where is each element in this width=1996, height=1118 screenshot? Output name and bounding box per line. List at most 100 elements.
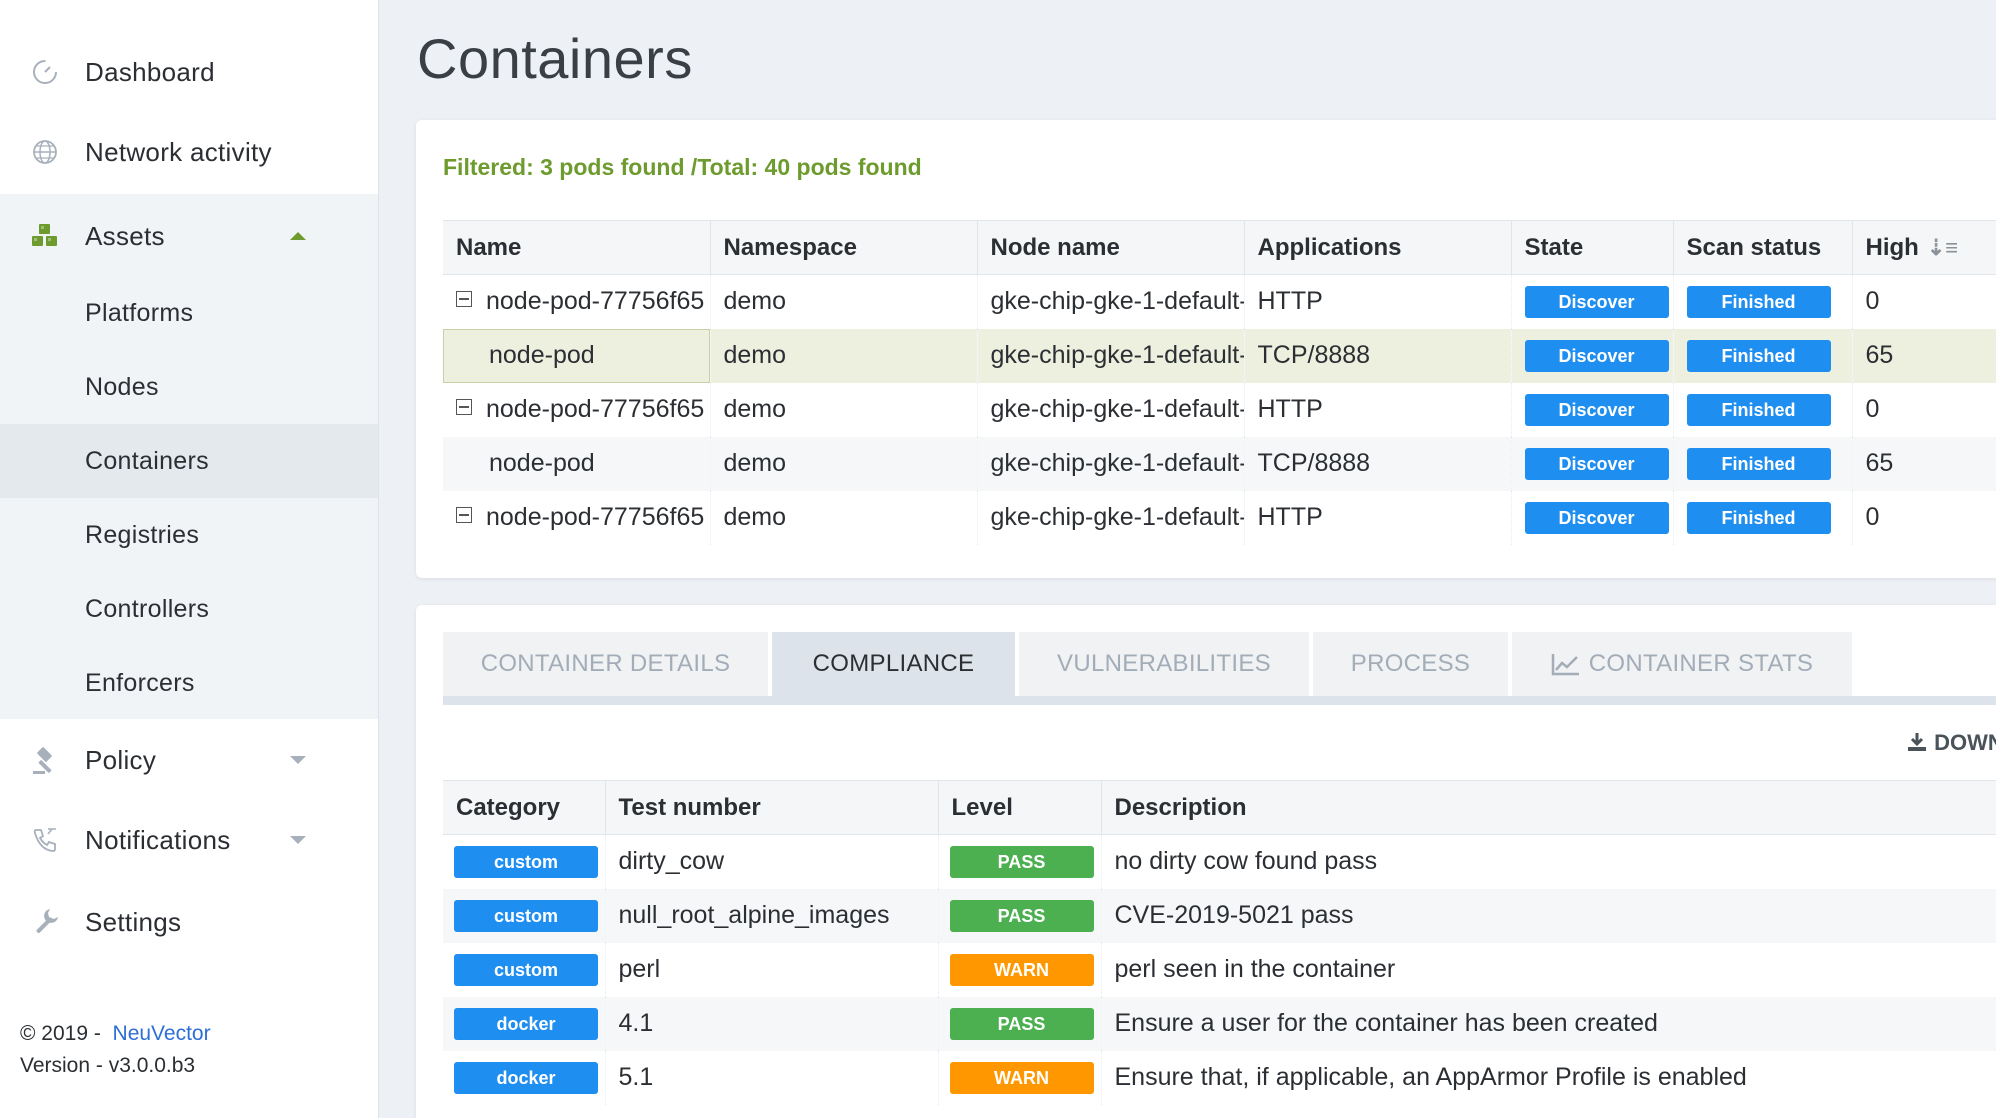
test-number-cell: null_root_alpine_images [605,888,939,943]
column-header-name[interactable]: Name [443,220,711,275]
category-badge: docker [454,1007,598,1040]
chevron-down-icon [290,836,306,844]
scan-status-badge: Finished [1686,285,1831,318]
column-header-node-name[interactable]: Node name [977,220,1245,275]
collapse-icon[interactable] [456,507,472,523]
sidebar-item-notifications[interactable]: Notifications [0,808,378,872]
category-badge: docker [454,1061,598,1094]
category-cell: custom [443,942,606,997]
download-icon [1908,733,1926,751]
scan-status-badge: Finished [1686,339,1831,372]
column-header-state[interactable]: State [1511,220,1674,275]
app-cell: HTTP [1244,490,1512,545]
app-cell: TCP/8888 [1244,436,1512,491]
dashboard-icon [33,60,57,84]
pods-table: Name Namespace Node name Applications St… [443,220,1996,545]
compliance-table-header: Category Test number Level Description [443,780,1996,835]
tabs-divider [443,696,1996,705]
pods-card: Filtered: 3 pods found /Total: 40 pods f… [416,120,1996,578]
category-cell: docker [443,1050,606,1105]
table-row[interactable]: node-pod-77756f65 demo gke-chip-gke-1-de… [443,490,1996,545]
pod-name: node-pod [489,449,595,477]
sort-desc-icon[interactable]: ⇣≡ [1927,235,1958,261]
column-header-applications[interactable]: Applications [1244,220,1512,275]
download-label: DOWN [1934,730,1996,755]
sidebar-subitem-label: Platforms [85,298,194,327]
level-cell: PASS [938,996,1102,1051]
description-cell: no dirty cow found pass [1101,834,1996,889]
level-badge: WARN [949,1061,1094,1094]
sidebar-subitem-platforms[interactable]: Platforms [0,276,378,350]
sidebar-subitem-enforcers[interactable]: Enforcers [0,646,378,720]
table-row[interactable]: node-pod-77756f65 demo gke-chip-gke-1-de… [443,382,1996,437]
table-row[interactable]: custom perl WARN perl seen in the contai… [443,942,1996,997]
sidebar-item-label: Notifications [85,824,231,855]
pod-name: node-pod-77756f65 [486,287,705,316]
column-header-description[interactable]: Description [1101,780,1996,835]
cubes-icon [32,224,57,246]
download-button[interactable]: DOWN [1906,730,1996,756]
column-header-high-label: High [1865,233,1919,261]
neuvector-link[interactable]: NeuVector [113,1022,211,1045]
sidebar-item-label: Dashboard [85,56,215,87]
column-header-category[interactable]: Category [443,780,606,835]
sidebar-subitem-nodes[interactable]: Nodes [0,350,378,424]
sidebar-item-dashboard[interactable]: Dashboard [0,40,378,104]
sidebar-item-policy[interactable]: Policy [0,728,378,792]
tab-label: CONTAINER STATS [1588,650,1814,677]
node-cell: gke-chip-gke-1-default- [977,490,1245,545]
namespace-cell: demo [710,490,978,545]
level-badge: PASS [949,845,1094,878]
level-cell: PASS [938,888,1102,943]
table-row[interactable]: node-pod demo gke-chip-gke-1-default- TC… [443,436,1996,491]
table-row[interactable]: docker 5.1 WARN Ensure that, if applicab… [443,1050,1996,1105]
test-number-cell: 4.1 [605,996,939,1051]
sidebar-footer: © 2019 - NeuVector Version - v3.0.0.b3 [20,1018,211,1082]
collapse-icon[interactable] [456,399,472,415]
sidebar-item-settings[interactable]: Settings [0,890,378,954]
tab-process[interactable]: PROCESS [1313,632,1508,696]
state-cell: Discover [1511,490,1674,545]
sidebar-item-assets[interactable]: Assets [0,204,378,268]
description-cell: Ensure a user for the container has been… [1101,996,1996,1051]
container-detail-card: CONTAINER DETAILS COMPLIANCE VULNERABILI… [416,605,1996,1118]
tab-vulnerabilities[interactable]: VULNERABILITIES [1019,632,1309,696]
app-cell: HTTP [1244,382,1512,437]
sidebar-subitem-label: Enforcers [85,668,195,697]
namespace-cell: demo [710,436,978,491]
sidebar-subitem-registries[interactable]: Registries [0,498,378,572]
pods-table-header: Name Namespace Node name Applications St… [443,220,1996,275]
column-header-scan-status[interactable]: Scan status [1673,220,1853,275]
high-cell: 0 [1852,490,1996,545]
sidebar-subitem-controllers[interactable]: Controllers [0,572,378,646]
column-header-test-number[interactable]: Test number [605,780,939,835]
state-badge: Discover [1524,285,1669,318]
state-cell: Discover [1511,436,1674,491]
compliance-table: Category Test number Level Description c… [443,780,1996,1105]
column-header-high[interactable]: High ⇣≡ [1852,220,1996,275]
tab-container-stats[interactable]: CONTAINER STATS [1512,632,1852,696]
table-row-selected[interactable]: node-pod demo gke-chip-gke-1-default- TC… [443,328,1996,383]
table-row[interactable]: docker 4.1 PASS Ensure a user for the co… [443,996,1996,1051]
tab-container-details[interactable]: CONTAINER DETAILS [443,632,768,696]
line-chart-icon [1551,654,1579,676]
scan-status-badge: Finished [1686,501,1831,534]
tab-compliance[interactable]: COMPLIANCE [772,632,1015,696]
column-header-namespace[interactable]: Namespace [710,220,978,275]
sidebar-subitem-label: Containers [85,446,209,475]
sidebar-item-label: Policy [85,744,157,775]
column-header-level[interactable]: Level [938,780,1102,835]
description-cell: perl seen in the container [1101,942,1996,997]
version-text: Version - v3.0.0.b3 [20,1054,196,1077]
sidebar-subitem-containers[interactable]: Containers [0,424,378,498]
copyright-text: © 2019 - [20,1022,101,1045]
description-cell: CVE-2019-5021 pass [1101,888,1996,943]
table-row[interactable]: custom null_root_alpine_images PASS CVE-… [443,888,1996,943]
level-cell: WARN [938,942,1102,997]
state-badge: Discover [1524,393,1669,426]
table-row[interactable]: node-pod-77756f65 demo gke-chip-gke-1-de… [443,274,1996,329]
table-row[interactable]: custom dirty_cow PASS no dirty cow found… [443,834,1996,889]
collapse-icon[interactable] [456,291,472,308]
sidebar-item-network-activity[interactable]: Network activity [0,120,378,184]
scan-cell: Finished [1673,382,1853,437]
